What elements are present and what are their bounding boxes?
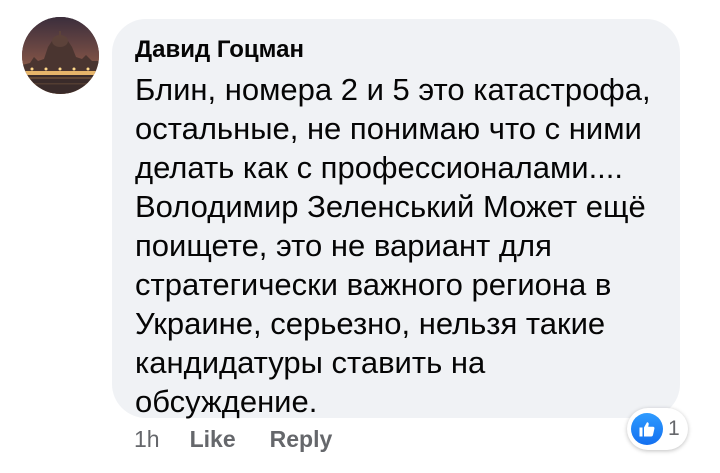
reply-button[interactable]: Reply xyxy=(270,426,333,453)
avatar[interactable] xyxy=(22,17,99,94)
comment-timestamp[interactable]: 1h xyxy=(134,426,160,453)
comment-author[interactable]: Давид Гоцман xyxy=(135,35,660,65)
thumbs-up-icon xyxy=(631,413,663,445)
comment-text: Блин, номера 2 и 5 это катастрофа, остал… xyxy=(135,72,651,419)
like-button[interactable]: Like xyxy=(190,426,236,453)
reaction-count: 1 xyxy=(668,417,680,440)
comment-bubble: Давид Гоцман Блин, номера 2 и 5 это ката… xyxy=(112,19,680,419)
comment-actions: 1h Like Reply xyxy=(134,424,332,454)
reaction-summary[interactable]: 1 xyxy=(627,408,688,450)
avatar-image xyxy=(22,17,99,94)
comment-container: Давид Гоцман Блин, номера 2 и 5 это ката… xyxy=(0,0,720,473)
